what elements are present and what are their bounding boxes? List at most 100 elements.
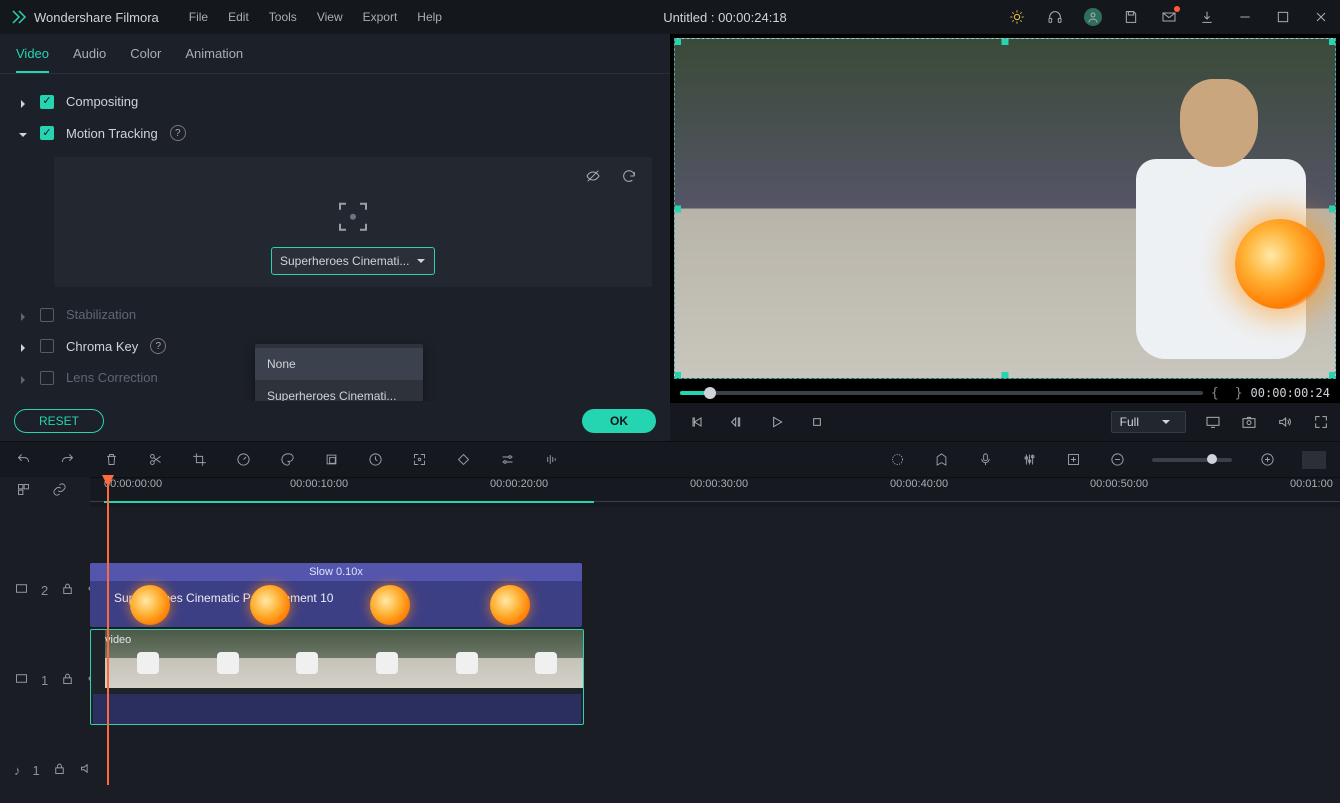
window-minimize[interactable]: [1236, 8, 1254, 26]
audio-stretch-icon[interactable]: [542, 451, 560, 469]
menu-file[interactable]: File: [189, 10, 208, 24]
menu-view[interactable]: View: [317, 10, 343, 24]
chevron-down-icon: [18, 128, 28, 138]
crop-icon[interactable]: [190, 451, 208, 469]
motion-tracking-row[interactable]: Motion Tracking ?: [14, 117, 664, 149]
playhead[interactable]: [107, 477, 109, 785]
lens-correction-checkbox[interactable]: [40, 371, 54, 385]
tab-audio[interactable]: Audio: [73, 46, 106, 73]
clip-superheroes-element[interactable]: Slow 0.10x Superheroes Cinematic Pack El…: [90, 563, 582, 627]
menu-edit[interactable]: Edit: [228, 10, 249, 24]
help-icon[interactable]: ?: [150, 338, 166, 354]
mail-icon[interactable]: [1160, 8, 1178, 26]
speaker-icon[interactable]: [79, 761, 94, 779]
reset-button[interactable]: RESET: [14, 409, 104, 433]
ruler-tick: 00:00:40:00: [890, 478, 948, 490]
account-icon[interactable]: [1084, 8, 1102, 26]
window-maximize[interactable]: [1274, 8, 1292, 26]
timeline-options-icon[interactable]: [14, 480, 32, 498]
color-icon[interactable]: [278, 451, 296, 469]
keyframe-icon[interactable]: [454, 451, 472, 469]
motion-tracking-checkbox[interactable]: [40, 126, 54, 140]
lock-icon[interactable]: [60, 581, 75, 599]
menu-tools[interactable]: Tools: [269, 10, 297, 24]
dropdown-option-superheroes[interactable]: Superheroes Cinemati...: [255, 380, 423, 401]
track-row-audio1: ♪ 1: [0, 755, 1340, 785]
redo-icon[interactable]: [58, 451, 76, 469]
snapshot-icon[interactable]: [1240, 413, 1258, 431]
window-close[interactable]: [1312, 8, 1330, 26]
compositing-row[interactable]: Compositing: [14, 86, 664, 117]
track-index: 1: [41, 673, 48, 688]
compositing-checkbox[interactable]: [40, 95, 54, 109]
mixer-icon[interactable]: [1020, 451, 1038, 469]
work-area[interactable]: [104, 501, 594, 503]
headphones-icon[interactable]: [1046, 8, 1064, 26]
play-icon[interactable]: [768, 413, 786, 431]
marker-icon[interactable]: [932, 451, 950, 469]
step-back-icon[interactable]: [728, 413, 746, 431]
zoom-thumb[interactable]: [1207, 454, 1217, 464]
tab-video[interactable]: Video: [16, 46, 49, 73]
chevron-right-icon: [18, 373, 28, 383]
refresh-icon[interactable]: [620, 167, 638, 185]
volume-icon[interactable]: [1276, 413, 1294, 431]
link-icon[interactable]: [50, 480, 68, 498]
crop-zoom-icon[interactable]: [322, 451, 340, 469]
prev-frame-icon[interactable]: [688, 413, 706, 431]
track-index: 1: [33, 763, 40, 778]
chroma-key-label: Chroma Key: [66, 339, 138, 354]
scrubber-thumb[interactable]: [704, 387, 716, 399]
download-icon[interactable]: [1198, 8, 1216, 26]
lock-icon[interactable]: [52, 761, 67, 779]
clip-video-main[interactable]: video: [90, 629, 584, 725]
preview-transport: Full: [670, 403, 1340, 441]
adjust-icon[interactable]: [498, 451, 516, 469]
ok-button[interactable]: OK: [582, 409, 656, 433]
preview-effect-orb: [1235, 219, 1325, 309]
menu-help[interactable]: Help: [417, 10, 442, 24]
track-motion-icon[interactable]: [410, 451, 428, 469]
chroma-key-checkbox[interactable]: [40, 339, 54, 353]
save-icon[interactable]: [1122, 8, 1140, 26]
duration-icon[interactable]: [366, 451, 384, 469]
tab-color[interactable]: Color: [130, 46, 161, 73]
clip-audio-waveform: [93, 694, 581, 725]
stabilization-row[interactable]: Stabilization: [14, 299, 664, 330]
panel-tabs: Video Audio Color Animation: [0, 34, 670, 74]
delete-icon[interactable]: [102, 451, 120, 469]
stop-icon[interactable]: [808, 413, 826, 431]
zoom-to-fit-icon[interactable]: [1302, 451, 1326, 469]
light-icon[interactable]: [1008, 8, 1026, 26]
tab-animation[interactable]: Animation: [185, 46, 243, 73]
preview-scrubber[interactable]: { } 00:00:00:24: [670, 383, 1340, 403]
help-icon[interactable]: ?: [170, 125, 186, 141]
cut-icon[interactable]: [146, 451, 164, 469]
zoom-slider[interactable]: [1152, 458, 1232, 462]
dropdown-value: Superheroes Cinemati...: [280, 254, 409, 268]
visibility-icon[interactable]: [584, 167, 602, 185]
tracking-target-dropdown[interactable]: Superheroes Cinemati...: [271, 247, 435, 275]
lock-icon[interactable]: [60, 671, 75, 689]
zoom-in-icon[interactable]: [1258, 451, 1276, 469]
speed-icon[interactable]: [234, 451, 252, 469]
add-media-icon[interactable]: [1064, 451, 1082, 469]
undo-icon[interactable]: [14, 451, 32, 469]
focus-target-icon[interactable]: [336, 200, 370, 237]
stabilization-checkbox[interactable]: [40, 308, 54, 322]
zoom-out-icon[interactable]: [1108, 451, 1126, 469]
quality-select[interactable]: Full: [1111, 411, 1186, 433]
render-icon[interactable]: [888, 451, 906, 469]
chevron-right-icon: [18, 97, 28, 107]
timeline-ruler[interactable]: 00:00:00:00 00:00:10:00 00:00:20:00 00:0…: [90, 477, 1340, 507]
fullscreen-icon[interactable]: [1312, 413, 1330, 431]
track-row-video1: 1 video: [0, 625, 1340, 735]
video-track-icon: [14, 581, 29, 599]
display-icon[interactable]: [1204, 413, 1222, 431]
dropdown-option-none[interactable]: None: [255, 348, 423, 380]
menu-export[interactable]: Export: [363, 10, 398, 24]
record-voiceover-icon[interactable]: [976, 451, 994, 469]
preview-canvas[interactable]: [674, 38, 1336, 379]
in-brace: {: [1211, 386, 1219, 401]
timeline-toolbar: [0, 441, 1340, 477]
